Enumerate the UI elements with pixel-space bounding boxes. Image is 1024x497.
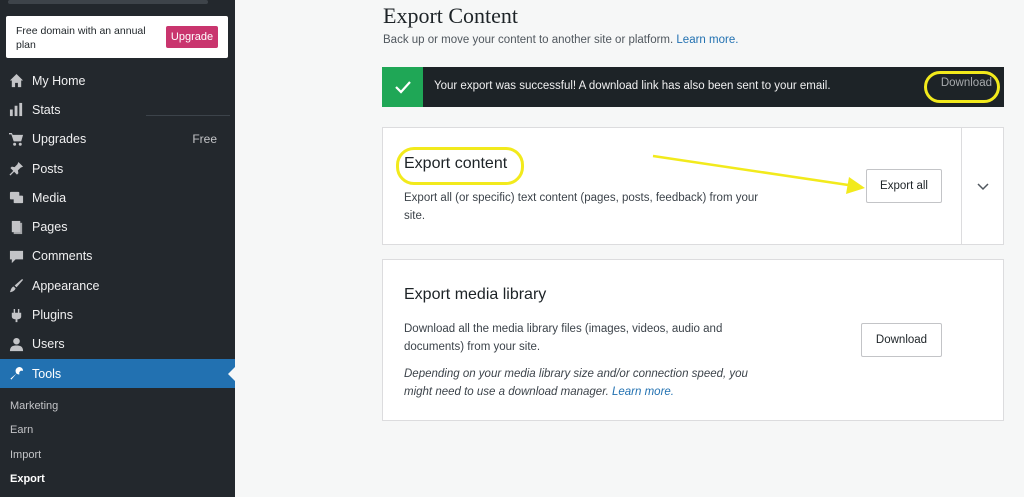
checkmark-icon [382,67,423,107]
sidebar: Free domain with an annual plan Upgrade … [0,0,235,497]
chevron-down-icon [976,183,989,191]
sidebar-item-my-home[interactable]: My Home [0,66,235,95]
page-subtitle: Back up or move your content to another … [383,34,738,46]
card-title: Export media library [404,286,547,303]
sidebar-item-pages[interactable]: Pages [0,212,235,241]
sidebar-item-media[interactable]: Media [0,183,235,212]
learn-more-link[interactable]: Learn more. [612,386,674,398]
card-description: Download all the media library files (im… [404,323,723,353]
brush-icon [8,278,24,294]
success-notice: Your export was successful! A download l… [382,67,1004,107]
notice-message: Your export was successful! A download l… [434,80,831,92]
annotation-arrow [652,154,865,194]
export-media-card: Export media library Download all the me… [382,259,1004,421]
sidebar-menu: My Home Stats Upgrades Free Posts Media … [0,66,235,389]
sidebar-item-label: Posts [32,161,64,176]
sidebar-item-stats[interactable]: Stats [0,95,235,124]
page-title: Export Content [383,3,519,28]
sidebar-item-label: Pages [32,220,68,235]
sidebar-item-label: Comments [32,249,93,264]
sidebar-item-posts[interactable]: Posts [0,154,235,183]
sidebar-item-label: My Home [32,73,86,88]
sidebar-item-label: Tools [32,366,62,381]
download-media-button[interactable]: Download [861,323,942,357]
expand-toggle[interactable] [961,128,1003,244]
upgrade-promo: Free domain with an annual plan Upgrade [6,16,228,58]
card-title: Export content [404,155,508,172]
comment-icon [8,248,24,264]
promo-text: Free domain with an annual plan [16,25,146,51]
free-badge: Free [192,132,217,147]
site-header-stub [8,0,208,4]
wrench-icon [8,366,24,382]
subtitle-text: Back up or move your content to another … [383,34,674,46]
sidebar-item-plugins[interactable]: Plugins [0,300,235,329]
sidebar-item-label: Media [32,190,67,205]
learn-more-link[interactable]: Learn more. [676,34,738,46]
user-icon [8,336,24,352]
sidebar-item-label: Users [32,337,65,352]
upgrade-button[interactable]: Upgrade [166,26,218,48]
cart-icon [8,131,24,147]
main-content: Export Content Back up or move your cont… [235,0,1024,497]
sidebar-item-tools[interactable]: Tools [0,358,235,389]
export-all-button[interactable]: Export all [866,169,942,203]
sidebar-item-appearance[interactable]: Appearance [0,271,235,300]
sidebar-item-label: Stats [32,102,61,117]
note-text: Depending on your media library size and… [404,368,748,398]
tools-submenu: Marketing Earn Import Export [0,394,235,491]
sidebar-item-label: Upgrades [32,132,87,147]
card-note: Depending on your media library size and… [404,365,779,401]
submenu-item-import[interactable]: Import [0,443,235,467]
media-icon [8,190,24,206]
highlight-ring [924,71,1000,103]
pin-icon [8,161,24,177]
home-icon [8,73,24,89]
sidebar-item-upgrades[interactable]: Upgrades Free [0,125,235,154]
submenu-item-marketing[interactable]: Marketing [0,394,235,418]
submenu-item-export[interactable]: Export [0,467,235,491]
pages-icon [8,219,24,235]
plugin-icon [8,307,24,323]
submenu-item-earn[interactable]: Earn [0,418,235,442]
sidebar-item-label: Appearance [32,278,100,293]
sidebar-item-comments[interactable]: Comments [0,242,235,271]
sidebar-item-users[interactable]: Users [0,330,235,359]
sidebar-item-label: Plugins [32,308,73,323]
stats-icon [8,102,24,118]
